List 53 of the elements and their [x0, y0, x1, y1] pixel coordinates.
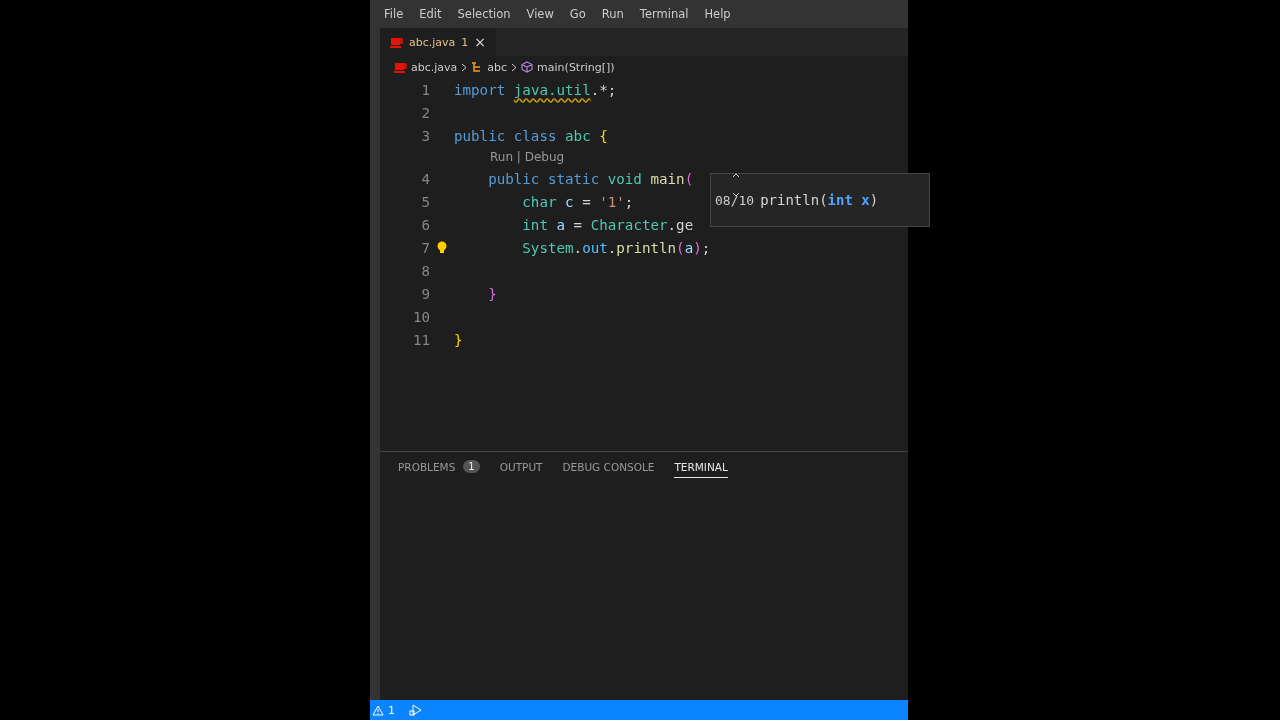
line-number: 11 [411, 331, 430, 348]
signature-text: println(int x) [760, 192, 879, 208]
menu-item[interactable]: Edit [411, 7, 450, 21]
problem-count-badge: 1 [463, 460, 480, 473]
code-line: } [487, 285, 497, 302]
warning-icon [372, 704, 384, 716]
line-number: 1 [420, 81, 430, 98]
breadcrumb-item[interactable]: abc [487, 60, 508, 74]
line-number: 3 [420, 127, 430, 144]
line-number: 4 [420, 170, 430, 187]
chevron-right-icon [511, 62, 518, 72]
coffee-cup-icon [390, 36, 403, 48]
code-line: char c = '1'; [521, 193, 634, 210]
panel-tab[interactable]: DEBUG CONSOLE [562, 460, 655, 478]
breadcrumb-item[interactable]: abc.java [411, 60, 458, 74]
line-number: 7 [420, 239, 430, 256]
cube-icon [521, 61, 534, 73]
menu-item[interactable]: Selection [449, 7, 519, 21]
code-lens[interactable]: Run | Debug [490, 150, 565, 164]
code-line: int a = Character.ge [521, 216, 694, 233]
panel-tab[interactable]: PROBLEMS 1 [398, 460, 480, 478]
editor-tab[interactable]: abc.java 1 × [380, 28, 497, 56]
menu-item[interactable]: Run [593, 7, 632, 21]
code-line: public static void main( [487, 170, 694, 187]
warning-count: 1 [388, 703, 395, 717]
menu-item[interactable]: Terminal [631, 7, 697, 21]
up-down-arrows-icon[interactable] [731, 172, 741, 198]
overload-counter: 08/10 [715, 192, 755, 208]
code-line: public class abc { [454, 127, 608, 144]
coffee-cup-icon [394, 61, 407, 73]
panel-tab[interactable]: TERMINAL [674, 460, 728, 478]
code-line: import java.util.*; [454, 81, 617, 98]
code-line: } [454, 331, 463, 348]
line-number: 9 [420, 285, 430, 302]
chevron-right-icon [461, 62, 468, 72]
panel-tab[interactable]: OUTPUT [499, 460, 543, 478]
menu-item[interactable]: Go [561, 7, 594, 21]
menu-item[interactable]: File [376, 7, 412, 21]
warnings-item[interactable]: 1 [372, 703, 395, 717]
code-line: System.out.println(a); [521, 239, 711, 256]
problem-count: 1 [461, 35, 469, 49]
breadcrumb-item[interactable]: main(String[]) [537, 60, 615, 74]
close-button[interactable]: × [474, 34, 487, 50]
line-number: 6 [420, 216, 430, 233]
lightbulb-icon[interactable] [437, 241, 447, 254]
line-number: 2 [420, 104, 430, 121]
menu-item[interactable]: Help [696, 7, 739, 21]
run-debug-icon[interactable] [409, 704, 422, 716]
line-number: 10 [411, 308, 430, 325]
menu-item[interactable]: View [518, 7, 562, 21]
line-number: 8 [420, 262, 430, 279]
tab-label: abc.java [409, 35, 456, 49]
line-number: 5 [420, 193, 430, 210]
